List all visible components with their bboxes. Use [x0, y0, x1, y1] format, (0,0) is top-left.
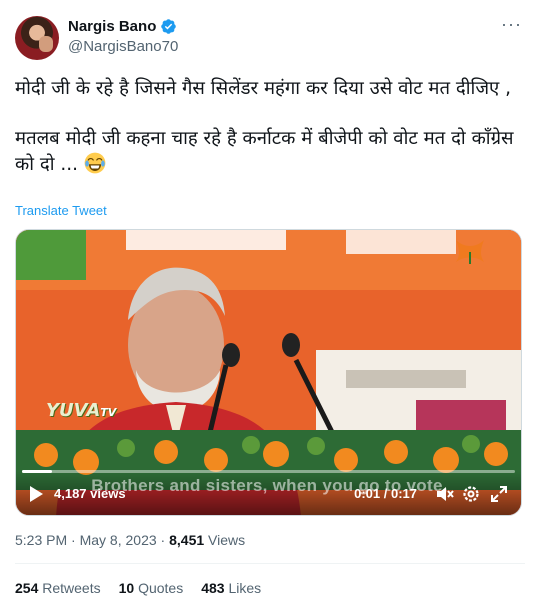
retweets-count: 254 [15, 580, 39, 596]
face-with-tears-of-joy-icon [84, 152, 106, 174]
video-progress-fill [22, 470, 52, 473]
retweets-label: Retweets [42, 580, 101, 596]
quotes-stat[interactable]: 10 Quotes [119, 580, 184, 596]
video-time: 0:01 / 0:17 [354, 486, 417, 501]
meta-separator: · [71, 532, 76, 548]
tweet-text: मोदी जी के रहे है जिसने गैस सिलेंडर महंग… [15, 76, 530, 178]
play-icon[interactable] [28, 485, 44, 503]
tweet-meta: 5:23 PM · May 8, 2023 · 8,451 Views [15, 532, 245, 548]
video-player[interactable]: YUVATV Brothers and sisters, when you go… [15, 229, 522, 516]
video-view-count: 4,187 views [54, 486, 126, 501]
video-duration: 0:17 [390, 486, 417, 501]
watermark-suffix: TV [100, 406, 117, 419]
likes-stat[interactable]: 483 Likes [201, 580, 261, 596]
tweet-date[interactable]: May 8, 2023 [80, 532, 157, 548]
meta-separator-2: · [160, 532, 166, 548]
settings-icon[interactable] [461, 484, 481, 504]
mute-icon[interactable] [435, 484, 455, 504]
divider [15, 563, 525, 564]
translate-tweet-link[interactable]: Translate Tweet [15, 203, 107, 218]
quotes-count: 10 [118, 580, 135, 596]
retweets-stat[interactable]: 254 Retweets [15, 580, 101, 596]
views-count: 8,451 [169, 532, 205, 548]
tweet-text-line-1: मोदी जी के रहे है जिसने गैस सिलेंडर महंग… [15, 78, 512, 99]
tweet-text-line-2: मतलब मोदी जी कहना चाह रहे है कर्नाटक में… [15, 126, 530, 178]
engagement-stats: 254 Retweets 10 Quotes 483 Likes [15, 580, 261, 596]
video-watermark: YUVATV [46, 400, 116, 421]
likes-label: Likes [228, 580, 262, 596]
author-display-name[interactable]: Nargis Bano [68, 18, 156, 35]
quotes-label: Quotes [138, 580, 184, 596]
tweet-card: Nargis Bano @NargisBano70 ··· मोदी जी के… [0, 0, 540, 602]
tweet-time[interactable]: 5:23 PM [15, 532, 67, 548]
video-current-time: 0:01 [354, 486, 381, 501]
more-options-icon[interactable]: ··· [501, 15, 522, 33]
video-progress-bar[interactable] [22, 470, 515, 473]
verified-badge-icon [161, 19, 177, 34]
author-name-row: Nargis Bano [68, 18, 177, 35]
avatar[interactable] [15, 16, 59, 60]
likes-count: 483 [201, 580, 225, 596]
watermark-text: YUVA [46, 400, 101, 421]
views-label: Views [208, 532, 246, 548]
fullscreen-icon[interactable] [489, 484, 509, 504]
author-handle[interactable]: @NargisBano70 [68, 38, 178, 55]
